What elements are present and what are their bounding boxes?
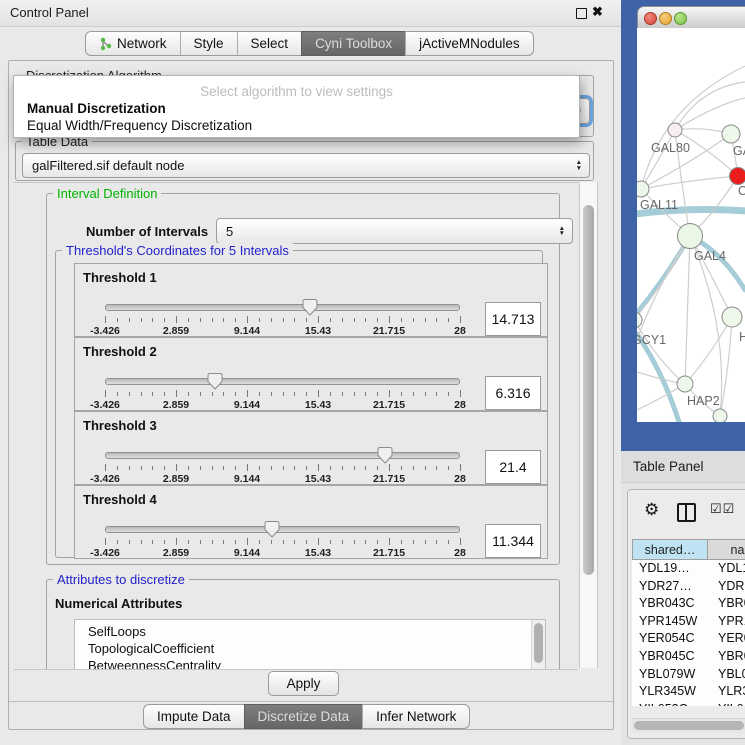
network-node-gcy1[interactable]: [637, 312, 642, 328]
close-traffic-light-icon[interactable]: [644, 12, 657, 25]
combo-arrows-icon: ▲▼: [576, 154, 582, 177]
split-table-icon[interactable]: [677, 503, 696, 522]
threshold-1-value[interactable]: 14.713: [485, 302, 541, 336]
threshold-3-panel: Threshold 3 -3.4262.8599.14415.4321.7152…: [74, 411, 548, 485]
list-item[interactable]: SelfLoops: [88, 623, 146, 640]
network-node[interactable]: [722, 125, 740, 143]
node-label: C: [738, 184, 745, 198]
network-node[interactable]: [713, 409, 727, 422]
scrollbar-thumb[interactable]: [634, 721, 744, 730]
network-canvas[interactable]: GAL80 GA C GAL11 GAL4 GCY1 H HAP2: [637, 28, 745, 422]
table-panel-title: Table Panel: [633, 459, 704, 474]
scrollbar-thumb[interactable]: [583, 205, 594, 575]
tab-style[interactable]: Style: [180, 31, 237, 56]
table-row[interactable]: YER054CYER0: [632, 630, 745, 648]
panel-title: Control Panel: [10, 5, 89, 20]
node-label: GAL80: [651, 141, 690, 155]
network-node-red-selected[interactable]: [730, 168, 745, 185]
column-header-name[interactable]: na: [708, 539, 745, 560]
list-item[interactable]: TopologicalCoefficient: [88, 640, 214, 657]
numerical-attributes-list[interactable]: SelfLoops TopologicalCoefficient Between…: [74, 619, 546, 670]
node-label: H: [739, 330, 745, 344]
dropdown-prompt: Select algorithm to view settings: [14, 84, 579, 99]
node-label: GAL4: [694, 249, 726, 263]
tab-jactivemnodules[interactable]: jActiveMNodules: [405, 31, 534, 56]
node-label: HAP2: [687, 394, 720, 408]
list-scrollbar[interactable]: [531, 620, 545, 670]
network-node[interactable]: [722, 307, 742, 327]
tab-discretize-data[interactable]: Discretize Data: [244, 704, 363, 729]
table-horizontal-scrollbar[interactable]: [632, 718, 745, 733]
table-row[interactable]: YIL052CYIL0: [632, 701, 745, 706]
table-row[interactable]: YDL19…YDL1: [632, 560, 745, 578]
control-panel-titlebar: Control Panel ✖: [0, 0, 621, 27]
zoom-traffic-light-icon[interactable]: [674, 12, 687, 25]
table-row[interactable]: YPR145WYPR1: [632, 613, 745, 631]
top-tab-bar: Network Style Select Cyni Toolbox jActiv…: [85, 31, 534, 56]
dropdown-option-manual-discretization[interactable]: Manual Discretization: [27, 101, 166, 116]
table-panel: ⚙ ☑☑ shared… na YDL19…YDL1 YDR27…YDR2 YB…: [627, 489, 745, 739]
table-data-combo[interactable]: galFiltered.sif default node ▲▼: [22, 153, 590, 178]
float-window-icon[interactable]: [576, 8, 587, 19]
node-label: GA: [733, 144, 745, 158]
network-icon: [99, 37, 112, 51]
bottom-tab-bar: Impute Data Discretize Data Infer Networ…: [143, 704, 470, 729]
tab-cyni-toolbox[interactable]: Cyni Toolbox: [301, 31, 405, 56]
list-item[interactable]: BetweennessCentrality: [88, 657, 221, 670]
tab-network[interactable]: Network: [85, 31, 180, 56]
algorithm-dropdown-popup: Select algorithm to view settings Manual…: [13, 75, 580, 138]
table-row[interactable]: YBR043CYBR0: [632, 595, 745, 613]
node-label: GAL11: [640, 198, 678, 212]
combo-arrows-icon: ▲▼: [559, 219, 565, 243]
table-rows[interactable]: YDL19…YDL1 YDR27…YDR2 YBR043CYBR0 YPR145…: [632, 560, 745, 706]
number-of-intervals-combo[interactable]: 5 ▲▼: [216, 218, 573, 244]
threshold-2-panel: Threshold 2 -3.4262.8599.14415.4321.7152…: [74, 337, 548, 411]
number-of-intervals-label: Number of Intervals: [86, 224, 208, 239]
threshold-4-panel: Threshold 4 -3.4262.8599.14415.4321.7152…: [74, 485, 548, 559]
network-node-hap2[interactable]: [677, 376, 693, 392]
table-row[interactable]: YBL079WYBL0: [632, 666, 745, 684]
table-data-value: galFiltered.sif default node: [32, 158, 184, 173]
screenshot-root: Control Panel ✖ Network Style Select Cyn…: [0, 0, 745, 745]
checked-columns-icon[interactable]: ☑☑: [710, 501, 735, 517]
threshold-3-slider[interactable]: -3.4262.8599.14415.4321.71528: [105, 452, 460, 482]
threshold-3-value[interactable]: 21.4: [485, 450, 541, 484]
close-icon[interactable]: ✖: [592, 4, 603, 20]
threshold-1-panel: Threshold 1 -3.4262.8599.14415.4321.7152…: [74, 263, 548, 337]
group-title: Interval Definition: [53, 186, 161, 201]
threshold-4-slider[interactable]: -3.4262.8599.14415.4321.71528: [105, 526, 460, 556]
numerical-attributes-label: Numerical Attributes: [55, 596, 182, 611]
tab-impute-data[interactable]: Impute Data: [143, 704, 244, 729]
table-data-group: Table Data galFiltered.sif default node …: [15, 141, 594, 181]
table-row[interactable]: YLR345WYLR3: [632, 683, 745, 701]
threshold-4-value[interactable]: 11.344: [485, 524, 541, 558]
group-title: Attributes to discretize: [53, 572, 189, 587]
minimize-traffic-light-icon[interactable]: [659, 12, 672, 25]
settings-scroll-area: Interval Definition Number of Intervals …: [14, 182, 578, 670]
panel-scrollbar[interactable]: [579, 182, 598, 668]
table-row[interactable]: YDR27…YDR2: [632, 578, 745, 596]
dropdown-option-equal-width-frequency[interactable]: Equal Width/Frequency Discretization: [27, 118, 252, 133]
threshold-2-value[interactable]: 6.316: [485, 376, 541, 410]
group-title: Threshold's Coordinates for 5 Intervals: [62, 243, 293, 258]
network-window-titlebar: [637, 6, 745, 30]
node-label: GCY1: [637, 333, 666, 347]
table-panel-header: Table Panel: [621, 451, 745, 483]
column-header-shared-name[interactable]: shared…: [632, 539, 708, 560]
threshold-1-slider[interactable]: -3.4262.8599.14415.4321.71528: [105, 304, 460, 334]
network-node-gal4[interactable]: [678, 224, 703, 249]
tab-infer-network[interactable]: Infer Network: [362, 704, 470, 729]
table-row[interactable]: YBR045CYBR0: [632, 648, 745, 666]
table-column-headers: shared… na: [632, 539, 745, 560]
gear-icon[interactable]: ⚙: [644, 500, 659, 520]
network-node-pink[interactable]: [668, 123, 682, 137]
tab-select[interactable]: Select: [237, 31, 302, 56]
apply-button[interactable]: Apply: [268, 671, 339, 696]
threshold-2-slider[interactable]: -3.4262.8599.14415.4321.71528: [105, 378, 460, 408]
network-node-gal11[interactable]: [637, 181, 649, 197]
